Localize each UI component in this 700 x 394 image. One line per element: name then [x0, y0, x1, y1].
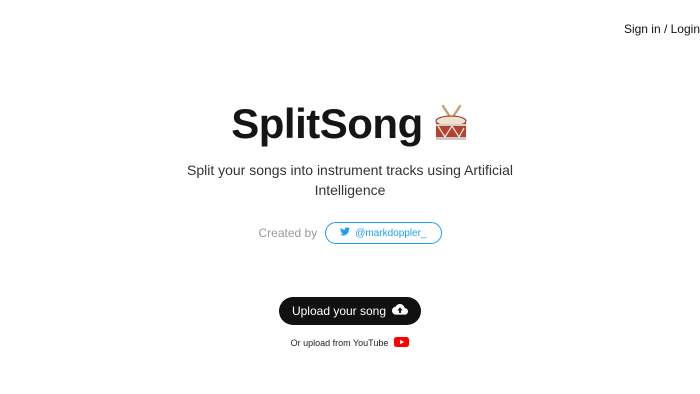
drum-icon: [433, 104, 469, 144]
cloud-upload-icon: [392, 303, 409, 319]
hero: SplitSong Split your songs into instrume…: [0, 100, 700, 244]
youtube-upload-row: Or upload from YouTube: [0, 337, 700, 349]
upload-button-label: Upload your song: [291, 304, 387, 318]
upload-song-button[interactable]: Upload your song: [279, 297, 421, 325]
title-row: SplitSong: [0, 100, 700, 148]
subtitle: Split your songs into instrument tracks …: [186, 162, 514, 198]
page: Sign in / Login SplitSong Split your son…: [0, 0, 700, 394]
signin-link[interactable]: Sign in / Login: [624, 22, 700, 36]
twitter-handle: @markdoppler_: [355, 227, 427, 239]
created-by-row: Created by @markdoppler_: [0, 222, 700, 244]
youtube-upload-link[interactable]: Or upload from YouTube: [291, 338, 389, 348]
youtube-icon[interactable]: [394, 337, 410, 349]
created-by-label: Created by: [258, 226, 318, 240]
page-title: SplitSong: [231, 100, 423, 147]
twitter-link-button[interactable]: @markdoppler_: [325, 222, 442, 244]
twitter-bird-icon: [340, 227, 351, 239]
